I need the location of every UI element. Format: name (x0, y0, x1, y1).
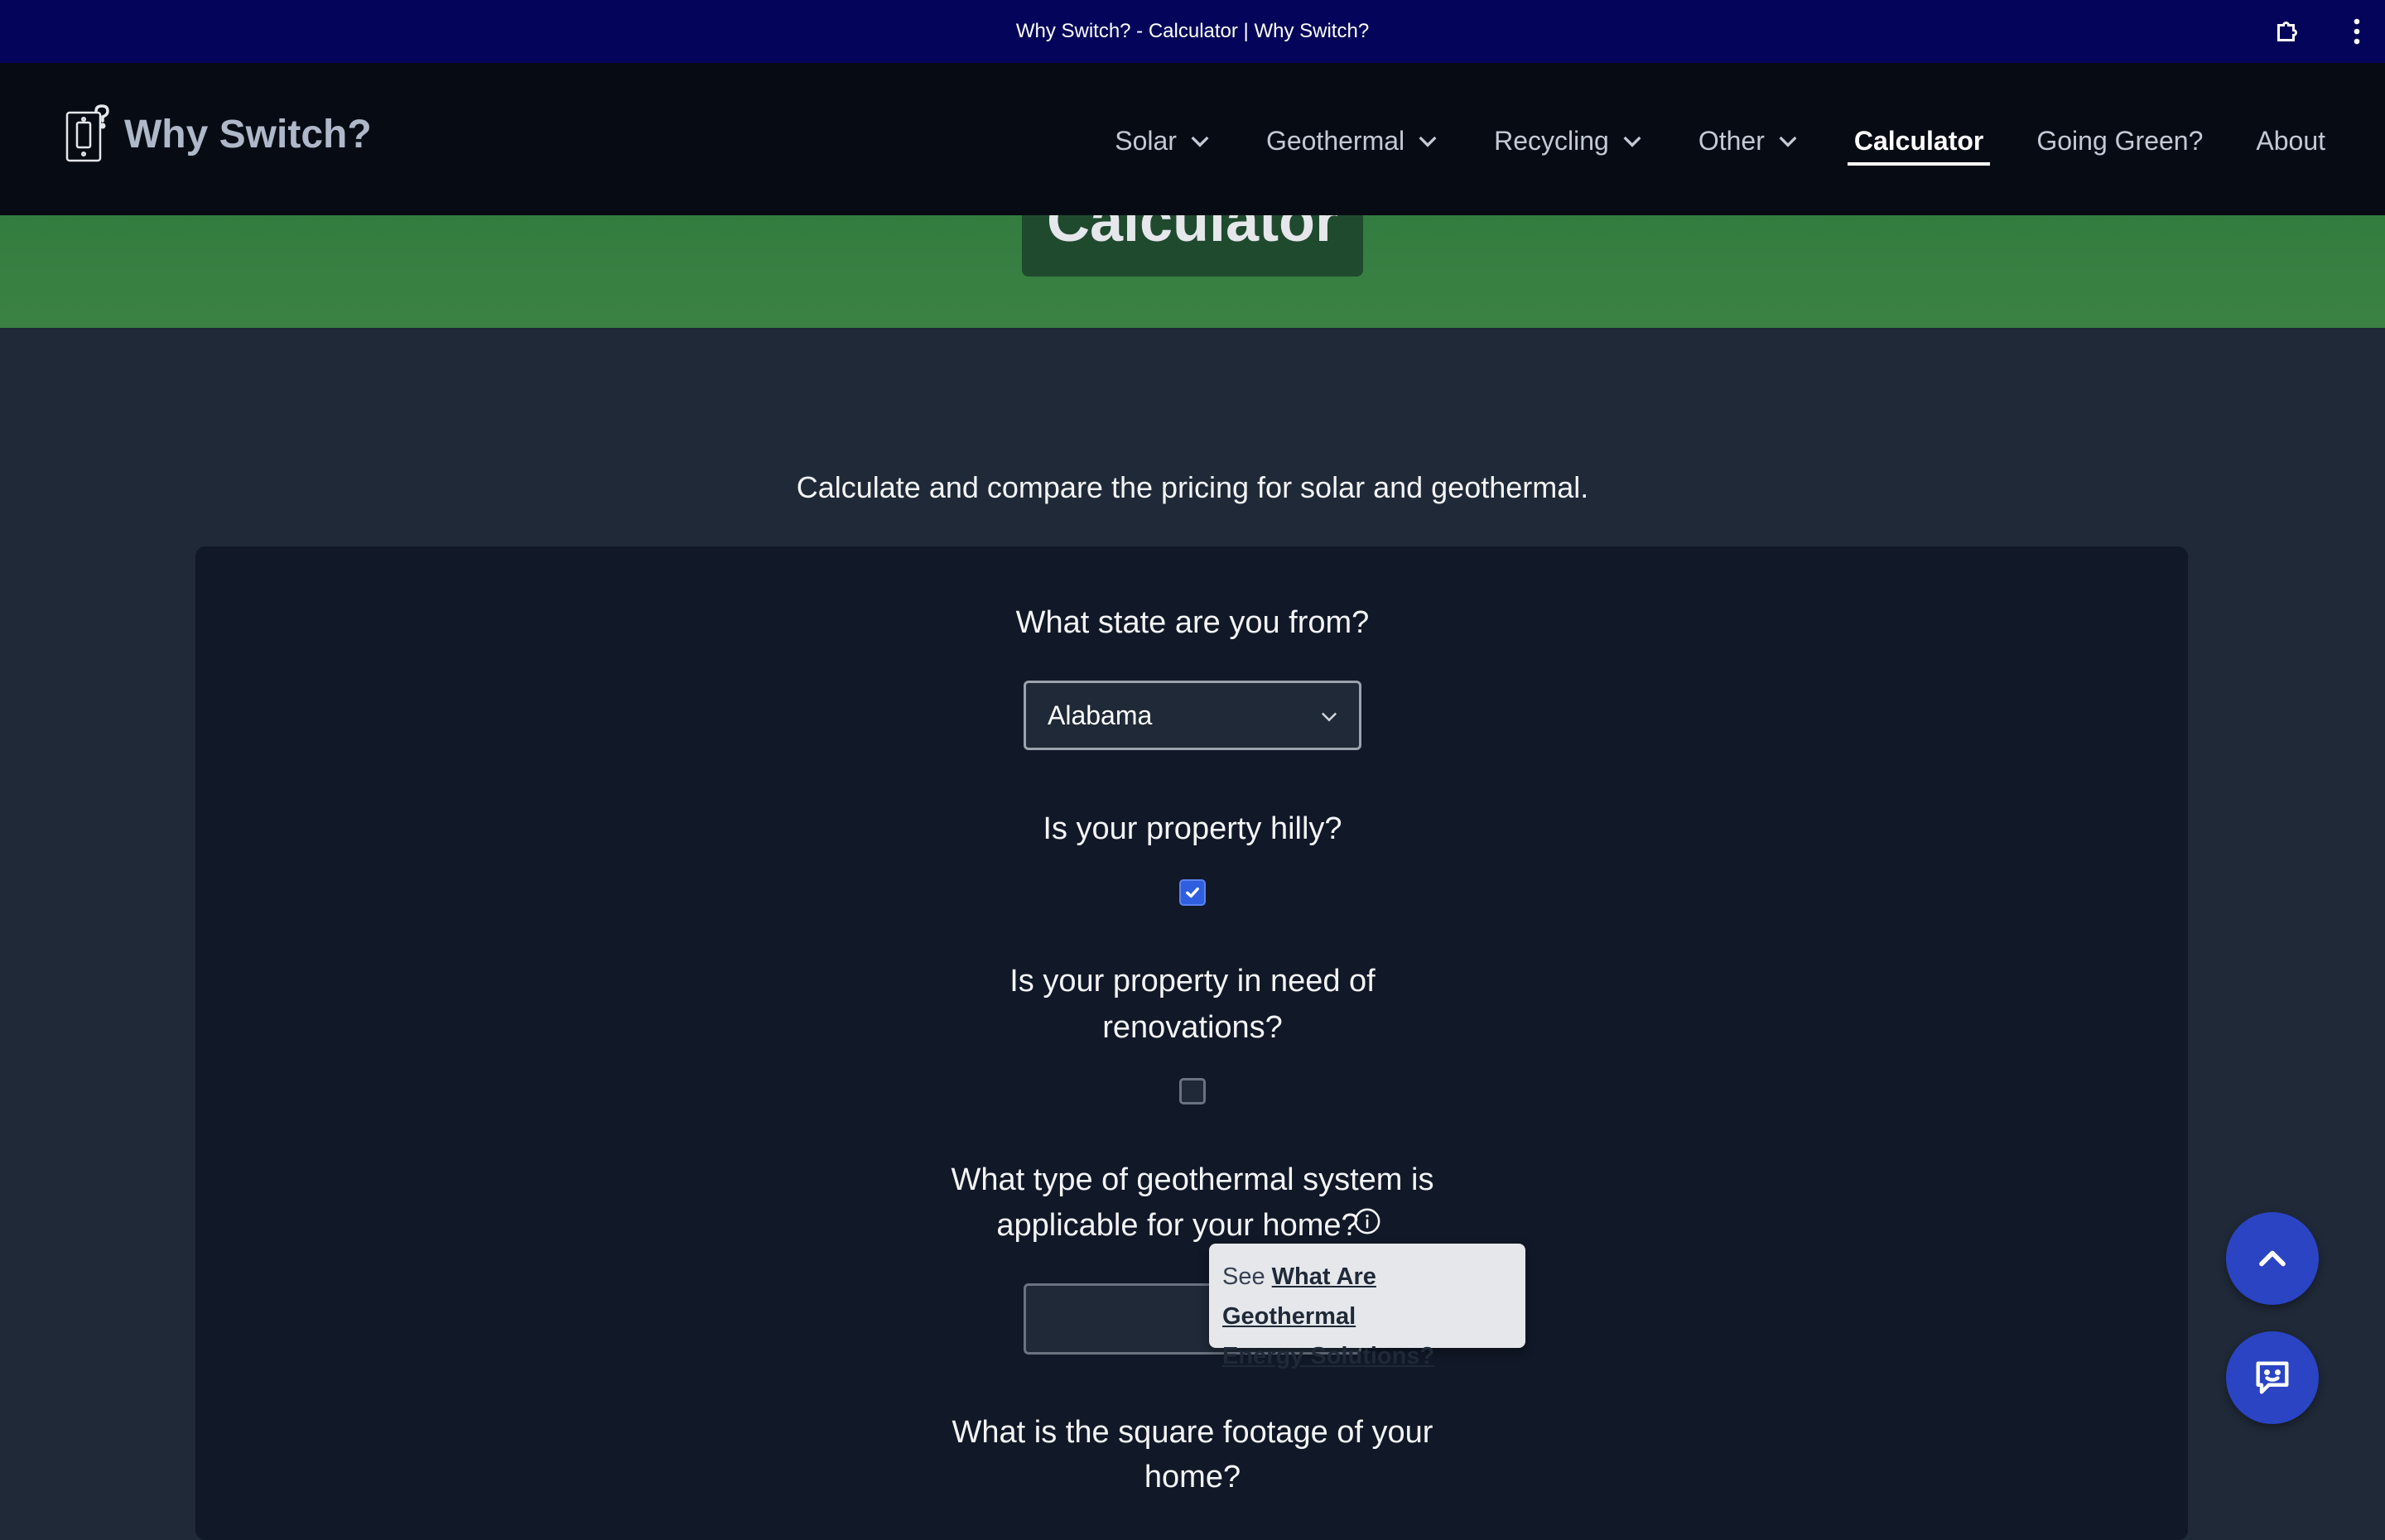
scroll-to-top-button[interactable] (2226, 1212, 2319, 1305)
state-select-value: Alabama (1048, 700, 1153, 730)
nav-calculator-label: Calculator (1853, 125, 1984, 156)
hilly-question: Is your property hilly? (1043, 811, 1342, 846)
nav-about[interactable]: About (2256, 111, 2325, 171)
footage-question-line1: What is the square footage of your (952, 1415, 1433, 1450)
intro-text: Calculate and compare the pricing for so… (796, 470, 1589, 504)
tooltip-prefix: See (1222, 1263, 1272, 1290)
chevron-down-icon (1419, 136, 1437, 147)
nav-going-green[interactable]: Going Green? (2036, 111, 2203, 171)
chevron-down-icon (1191, 136, 1209, 147)
geothermal-info-tooltip: See What Are Geothermal Energy Solutions… (1209, 1244, 1525, 1369)
state-question: What state are you from? (1015, 605, 1370, 640)
nav-going-green-label: Going Green? (2036, 125, 2204, 156)
window-title: Why Switch? - Calculator | Why Switch? (1015, 20, 1370, 42)
nav-about-label: About (2256, 125, 2325, 156)
nav-calculator[interactable]: Calculator (1847, 111, 1991, 171)
puzzle-extension-icon[interactable] (2272, 17, 2302, 46)
nav-other[interactable]: Other (1698, 111, 1801, 171)
brand-name: Why Switch? (124, 112, 372, 156)
tooltip-link-line2[interactable]: Energy Solutions? (1222, 1343, 1434, 1369)
nav-geothermal[interactable]: Geothermal (1266, 111, 1441, 171)
site-navbar: Why Switch? Solar Geothermal Recycling O… (0, 63, 2385, 215)
browser-title-bar: Why Switch? - Calculator | Why Switch? (0, 0, 2385, 63)
chevron-down-icon (1779, 136, 1797, 147)
renovation-question-line2: renovations? (1102, 1010, 1283, 1045)
nav-recycling[interactable]: Recycling (1494, 111, 1645, 171)
hilly-checkbox[interactable] (1179, 879, 1206, 906)
nav-recycling-label: Recycling (1494, 125, 1609, 156)
renovation-question-line1: Is your property in need of (1009, 964, 1376, 999)
footage-question-line2: home? (1144, 1460, 1241, 1494)
chat-bubble-icon (2256, 1361, 2289, 1394)
kebab-menu-icon[interactable] (2350, 17, 2363, 46)
check-icon (1186, 887, 1199, 898)
light-switch-question-icon (65, 104, 109, 162)
nav-solar-label: Solar (1115, 125, 1177, 156)
chevron-up-icon (2259, 1250, 2286, 1267)
info-circle-icon[interactable] (1353, 1207, 1381, 1235)
state-select[interactable]: Alabama (1024, 681, 1361, 750)
main-nav: Solar Geothermal Recycling Other Calcula… (1062, 111, 2325, 171)
brand-link[interactable]: Why Switch? (65, 104, 372, 164)
nav-solar[interactable]: Solar (1115, 111, 1213, 171)
system-question-line1: What type of geothermal system is (951, 1162, 1434, 1197)
chevron-down-icon (1321, 712, 1337, 722)
renovation-checkbox[interactable] (1179, 1078, 1206, 1104)
chat-button[interactable] (2226, 1331, 2319, 1424)
nav-geothermal-label: Geothermal (1265, 125, 1405, 156)
chevron-down-icon (1623, 136, 1641, 147)
nav-other-label: Other (1698, 125, 1765, 156)
system-question-line2: applicable for your home? (996, 1208, 1359, 1243)
